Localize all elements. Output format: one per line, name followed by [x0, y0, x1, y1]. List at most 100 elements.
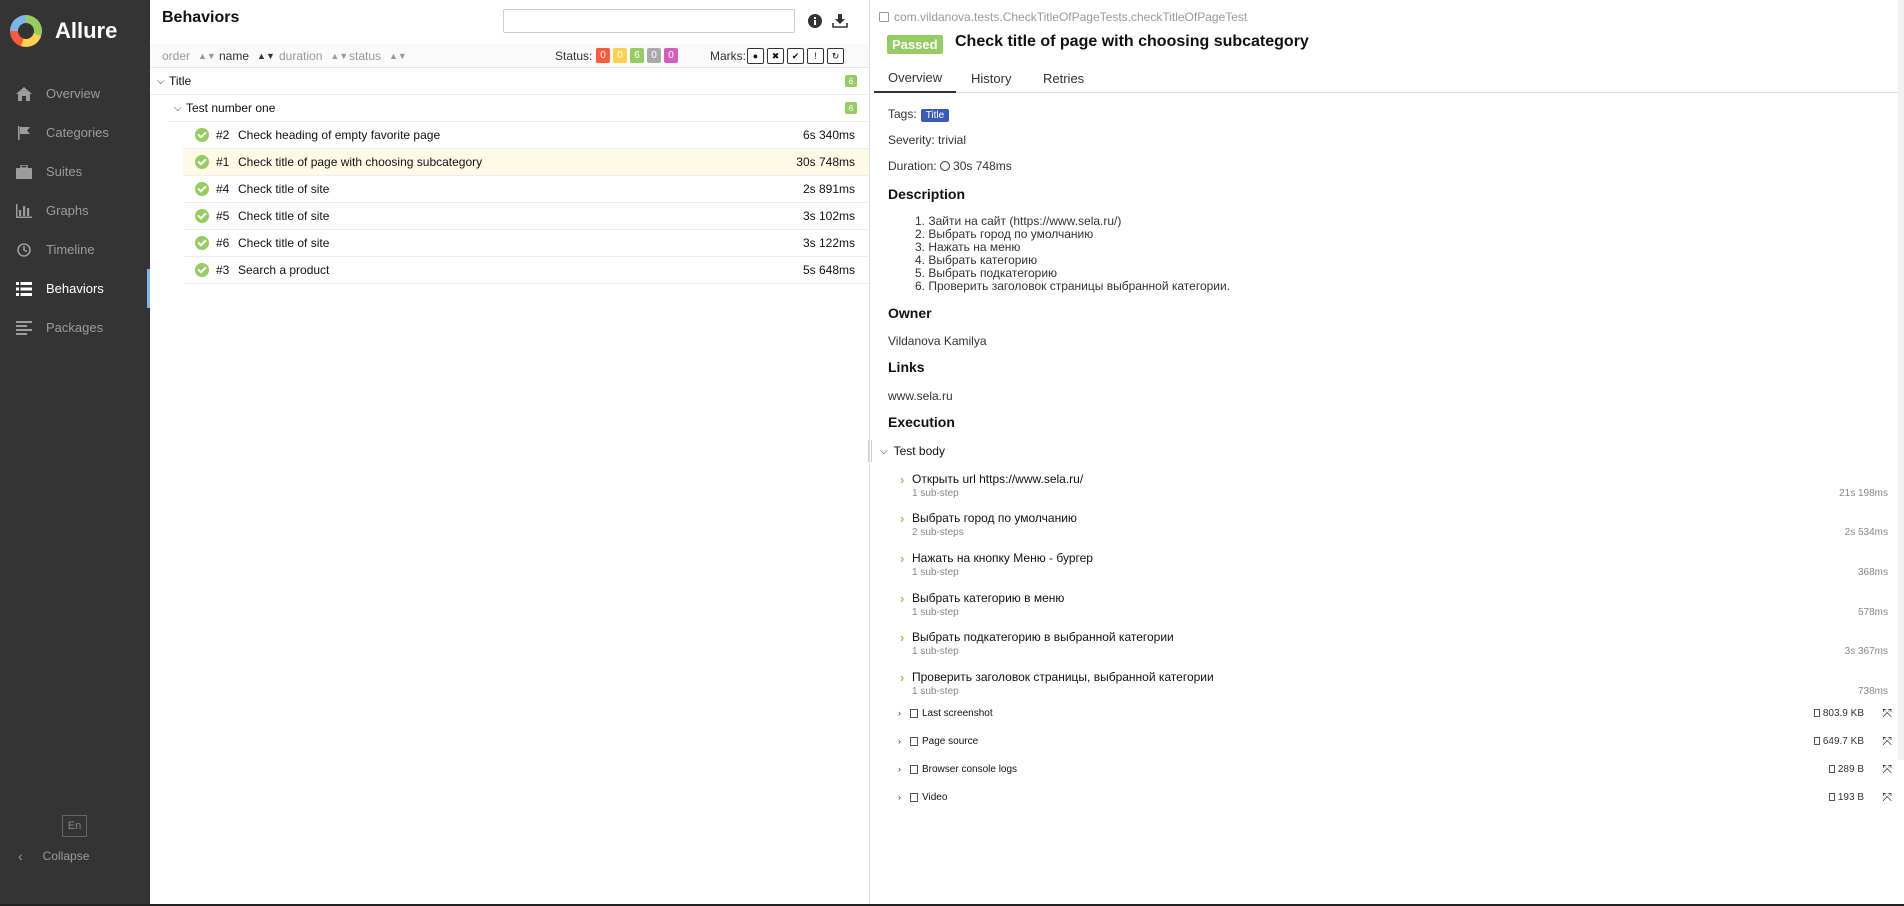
case-duration: 3s 102ms	[802, 209, 855, 223]
clock-icon	[940, 161, 951, 171]
attachment-row[interactable]: › Video 193 B ⤧	[898, 789, 1892, 805]
attachment-name: Video	[922, 791, 948, 803]
unknown-counter[interactable]: 0	[664, 48, 678, 63]
test-case-row[interactable]: #2 Check heading of empty favorite page …	[183, 122, 869, 149]
step-duration: 2s 534ms	[1844, 527, 1888, 538]
step-duration: 3s 367ms	[1844, 646, 1888, 657]
info-icon[interactable]	[806, 12, 824, 30]
expand-icon[interactable]: ⤧	[1882, 790, 1892, 805]
image-file-icon	[910, 708, 918, 718]
broken-counter[interactable]: 0	[613, 48, 627, 63]
sidebar-item-label: Behaviors	[46, 281, 104, 296]
marks-filters: ● ✖ ✔ ! ↻	[747, 48, 844, 64]
sidebar-item-categories[interactable]: Categories	[0, 113, 150, 152]
step-row[interactable]: › Выбрать город по умолчанию 2 sub-steps…	[898, 510, 1888, 546]
sidebar-item-suites[interactable]: Suites	[0, 152, 150, 191]
test-case-row[interactable]: #4 Check title of site 2s 891ms	[183, 176, 869, 203]
step-row[interactable]: › Выбрать категорию в меню 1 sub-step 57…	[898, 590, 1888, 626]
sidebar-item-behaviors[interactable]: Behaviors	[0, 269, 150, 308]
expand-icon[interactable]: ⤧	[1882, 706, 1892, 721]
expand-icon[interactable]: ⤧	[1882, 762, 1892, 777]
tab-history[interactable]: History	[957, 64, 1025, 93]
tab-retries[interactable]: Retries	[1029, 64, 1098, 93]
scrollbar[interactable]	[1898, 0, 1904, 760]
step-row[interactable]: › Выбрать подкатегорию в выбранной катег…	[898, 629, 1888, 665]
case-name: Check title of site	[238, 209, 330, 223]
language-button[interactable]: En	[62, 815, 87, 837]
new-broken-mark-icon[interactable]: !	[807, 48, 824, 64]
flaky-mark-icon[interactable]: ●	[747, 48, 764, 64]
group-passed-count: 6	[845, 75, 857, 87]
copy-icon[interactable]	[879, 12, 889, 22]
link-item[interactable]: www.sela.ru	[888, 389, 953, 403]
case-number: #3	[216, 263, 230, 277]
tree-group-title[interactable]: ⌵ Title 6	[150, 68, 869, 95]
sort-status[interactable]: status ▲▼	[349, 49, 407, 63]
test-case-row[interactable]: #6 Check title of site 3s 122ms	[183, 230, 869, 257]
brand[interactable]: Allure	[0, 0, 150, 62]
sort-duration[interactable]: duration ▲▼	[279, 49, 348, 63]
retries-mark-icon[interactable]: ↻	[827, 48, 844, 64]
description-item: 6. Проверить заголовок страницы выбранно…	[915, 279, 1231, 293]
tree-group-test-number-one[interactable]: ⌵ Test number one 6	[167, 95, 869, 122]
test-detail-pane: com.vildanova.tests.CheckTitleOfPageTest…	[874, 0, 1904, 904]
test-title: Check title of page with choosing subcat…	[955, 33, 1309, 50]
passed-status-icon	[195, 128, 209, 142]
duration-value: 30s 748ms	[953, 159, 1012, 173]
description-heading: Description	[888, 186, 966, 202]
step-row[interactable]: › Проверить заголовок страницы, выбранно…	[898, 669, 1888, 705]
sidebar-item-graphs[interactable]: Graphs	[0, 191, 150, 230]
brand-name: Allure	[55, 18, 118, 43]
attachment-size: 289 B	[1828, 763, 1864, 775]
sort-name[interactable]: name ▲▼	[219, 49, 275, 63]
step-row[interactable]: › Открыть url https://www.sela.ru/ 1 sub…	[898, 471, 1888, 507]
status-badge: Passed	[887, 35, 943, 54]
download-icon[interactable]	[831, 12, 849, 30]
tag-badge: Title	[920, 109, 950, 122]
sort-label: status	[349, 49, 382, 63]
sort-label: name	[219, 49, 250, 63]
duration-row: Duration: 30s 748ms	[888, 159, 1012, 173]
tab-overview[interactable]: Overview	[874, 64, 957, 93]
list-icon	[15, 281, 33, 297]
expand-icon[interactable]: ⤧	[1882, 734, 1892, 749]
chevron-right-icon: ›	[900, 511, 905, 526]
passed-status-icon	[195, 236, 209, 250]
sidebar-item-packages[interactable]: Packages	[0, 308, 150, 347]
attachment-row[interactable]: › Page source 649.7 KB ⤧	[898, 733, 1892, 749]
sidebar-item-timeline[interactable]: Timeline	[0, 230, 150, 269]
attachment-row[interactable]: › Browser console logs 289 B ⤧	[898, 761, 1892, 777]
home-icon	[15, 86, 33, 102]
attachment-size-value: 289 B	[1837, 763, 1864, 775]
sidebar-item-overview[interactable]: Overview	[0, 74, 150, 113]
step-substeps: 1 sub-step	[912, 646, 959, 657]
test-body-toggle[interactable]: ⌵ Test body	[880, 444, 945, 458]
test-case-row[interactable]: #3 Search a product 5s 648ms	[183, 257, 869, 284]
sidebar-item-label: Graphs	[46, 203, 89, 218]
skipped-counter[interactable]: 0	[647, 48, 661, 63]
test-case-row-selected[interactable]: #1 Check title of page with choosing sub…	[183, 149, 869, 176]
sidebar-item-label: Suites	[46, 164, 83, 179]
sidebar-nav: Overview Categories Suites Graphs Timeli…	[0, 74, 150, 347]
duration-label: Duration:	[888, 159, 937, 173]
clock-icon	[15, 242, 33, 258]
collapse-button[interactable]: ‹ Collapse	[18, 848, 89, 864]
case-duration: 6s 340ms	[802, 128, 855, 142]
test-case-row[interactable]: #5 Check title of site 3s 102ms	[183, 203, 869, 230]
passed-counter[interactable]: 6	[630, 48, 644, 63]
owner-value: Vildanova Kamilya	[888, 334, 987, 348]
pane-resize-handle[interactable]	[868, 440, 872, 462]
step-row[interactable]: › Нажать на кнопку Меню - бургер 1 sub-s…	[898, 550, 1888, 586]
new-failed-mark-icon[interactable]: ✖	[767, 48, 784, 64]
attachment-row[interactable]: › Last screenshot 803.9 KB ⤧	[898, 705, 1892, 721]
text-file-icon	[910, 736, 918, 746]
chevron-right-icon: ›	[898, 708, 901, 718]
chevron-right-icon: ›	[900, 591, 905, 606]
new-passed-mark-icon[interactable]: ✔	[787, 48, 804, 64]
search-input[interactable]	[503, 9, 795, 33]
sort-order[interactable]: order ▲▼	[162, 49, 216, 63]
attachment-size: 803.9 KB	[1813, 708, 1864, 719]
step-name: Нажать на кнопку Меню - бургер	[912, 551, 1093, 565]
failed-counter[interactable]: 0	[596, 48, 610, 63]
case-number: #2	[216, 128, 230, 142]
